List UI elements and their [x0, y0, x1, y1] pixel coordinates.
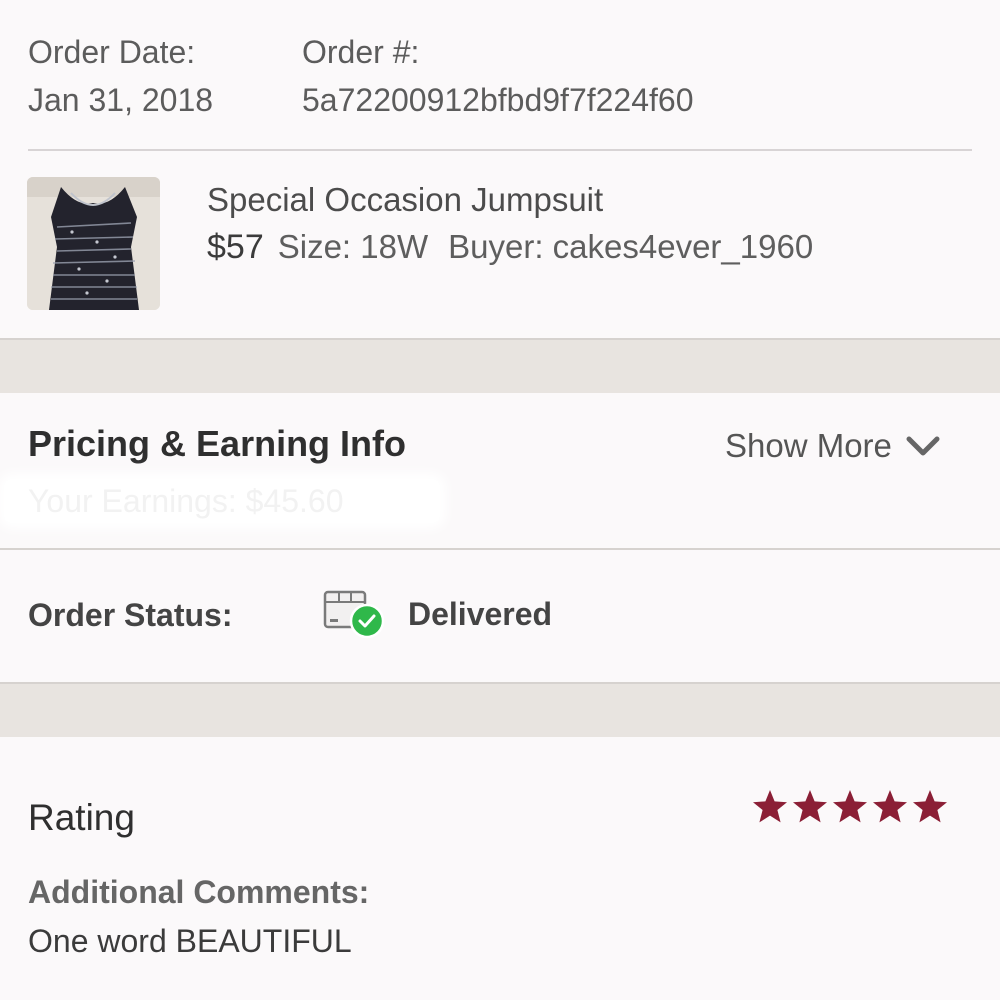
star-icon — [833, 790, 867, 823]
show-more-button[interactable]: Show More — [725, 427, 940, 465]
rating-section: Rating Additional Comments: One word BEA… — [0, 737, 1000, 1000]
star-icon — [793, 790, 827, 823]
star-icon — [873, 790, 907, 823]
section-separator — [0, 338, 1000, 393]
comments-label: Additional Comments: — [28, 874, 370, 910]
delivered-box-check-icon — [323, 590, 385, 639]
order-meta: Order Date: Jan 31, 2018 Order #: 5a7220… — [0, 0, 1000, 150]
product-details: $57 Size: 18W Buyer: cakes4ever_1960 — [207, 228, 813, 267]
pricing-title: Pricing & Earning Info — [28, 423, 407, 464]
order-status-label: Order Status: — [28, 597, 233, 633]
product-summary[interactable]: Special Occasion Jumpsuit $57 Size: 18W Bu… — [0, 151, 1000, 338]
order-status-section: Order Status: Delivered — [0, 550, 1000, 682]
order-number-value: 5a72200912bfbd9f7f224f60 — [302, 82, 694, 118]
product-price: $57 — [207, 228, 264, 266]
star-icon — [753, 790, 787, 823]
order-date: Order Date: Jan 31, 2018 — [28, 28, 213, 124]
order-date-value: Jan 31, 2018 — [28, 82, 214, 118]
rating-title: Rating — [28, 797, 135, 838]
product-thumbnail[interactable] — [27, 177, 160, 310]
star-icon — [913, 790, 947, 823]
order-status-value: Delivered — [408, 596, 553, 632]
chevron-down-icon — [906, 436, 940, 456]
product-size: Size: 18W — [277, 228, 429, 265]
star-rating — [752, 789, 948, 825]
order-number: Order #: 5a72200912bfbd9f7f224f60 — [302, 28, 694, 124]
section-separator — [0, 682, 1000, 737]
order-details-page: Order Date: Jan 31, 2018 Order #: 5a7220… — [0, 0, 1000, 1000]
product-buyer[interactable]: Buyer: cakes4ever_1960 — [448, 228, 813, 265]
earnings-line: Your Earnings: $45.60 — [4, 479, 440, 523]
product-title[interactable]: Special Occasion Jumpsuit — [207, 181, 603, 219]
show-more-label: Show More — [725, 427, 892, 464]
pricing-section: Pricing & Earning Info Show More Your Ea… — [0, 393, 1000, 549]
jumpsuit-photo-icon — [27, 177, 160, 310]
order-date-label: Order Date: — [28, 34, 196, 70]
order-number-label: Order #: — [302, 34, 420, 70]
comments-text: One word BEAUTIFUL — [28, 923, 352, 959]
